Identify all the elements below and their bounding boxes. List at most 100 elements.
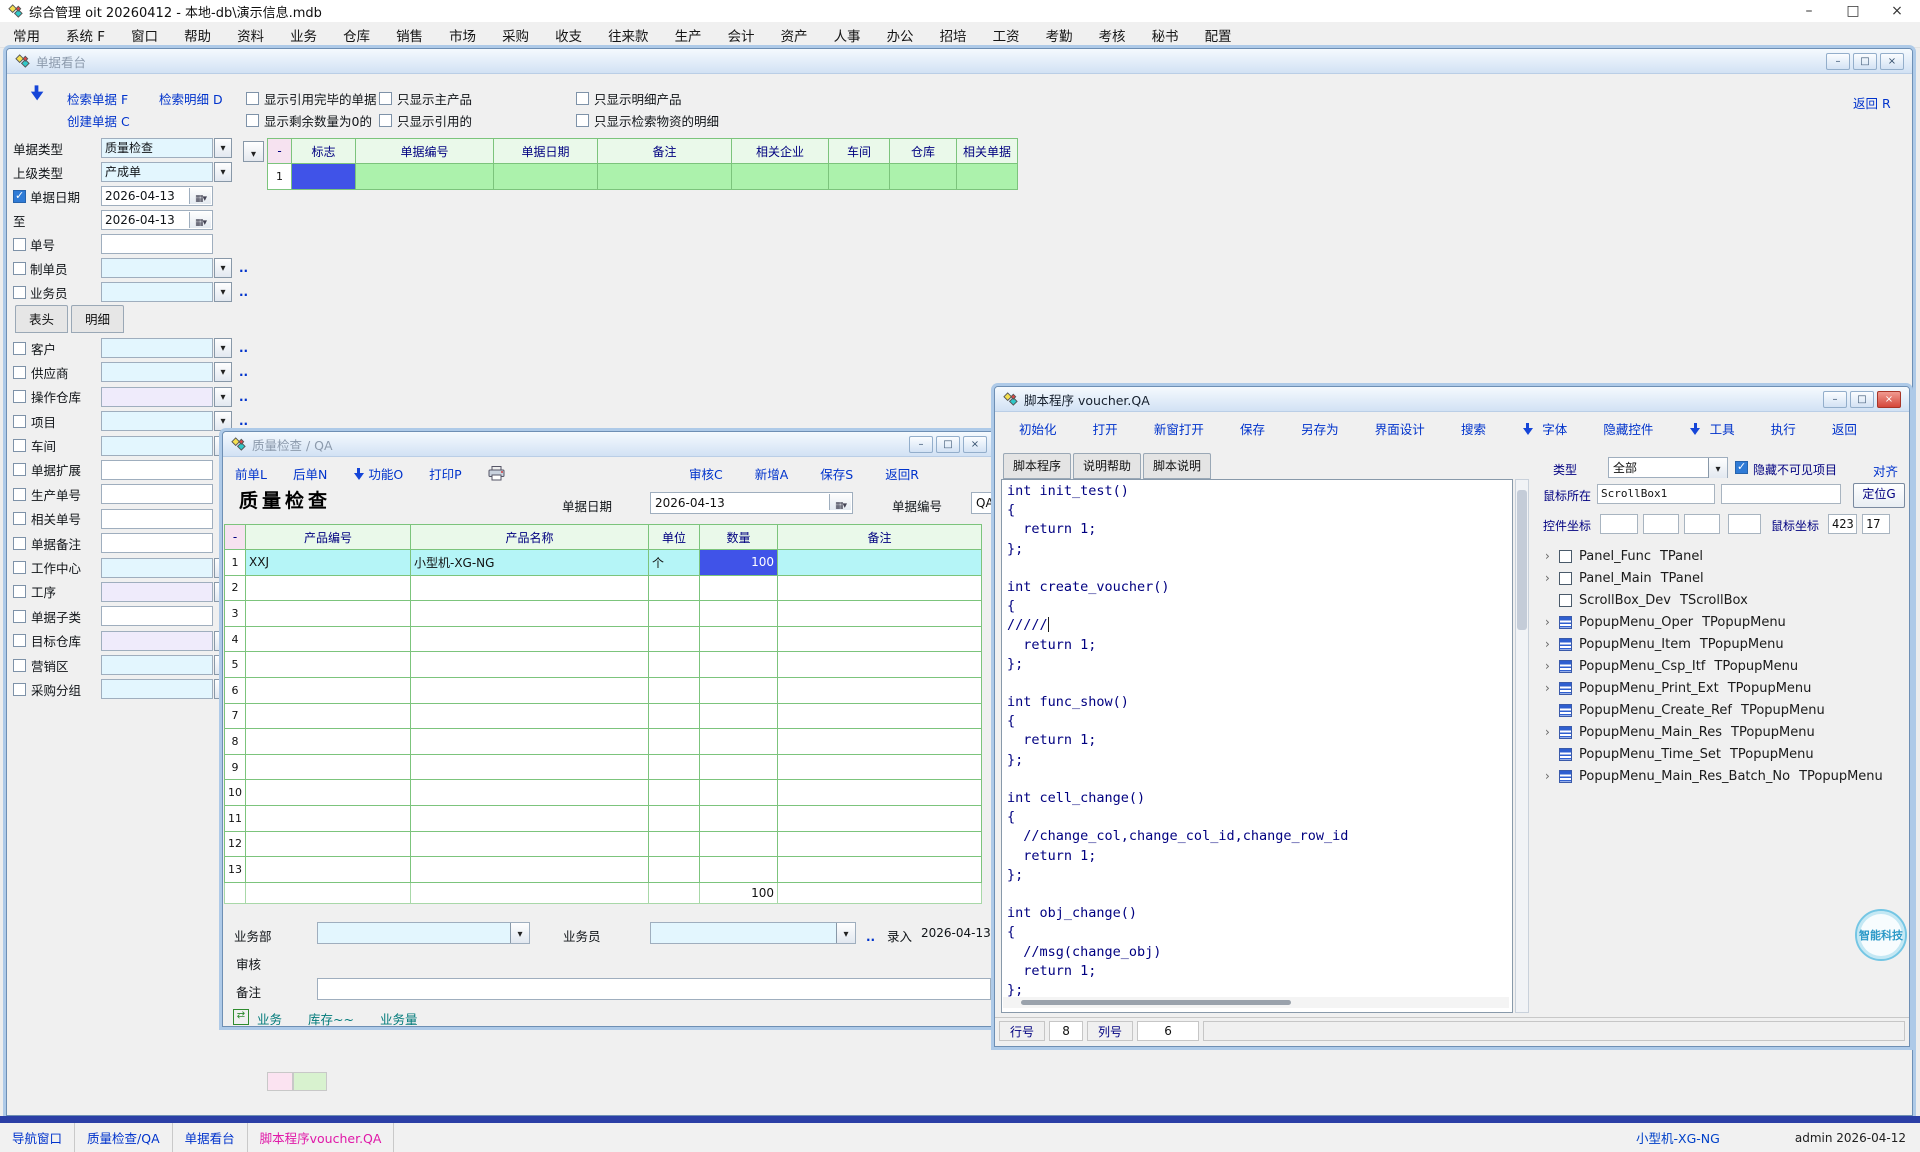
toolbar-link[interactable]: 搜索 xyxy=(1461,422,1486,437)
calendar-icon[interactable] xyxy=(189,212,211,228)
filter-field[interactable] xyxy=(101,631,213,651)
toolbar-item[interactable]: 打开 xyxy=(1093,419,1118,438)
toolbar-link[interactable]: 字体 xyxy=(1542,422,1567,437)
checkbox[interactable] xyxy=(13,488,26,501)
tree-item[interactable]: › Panel_Main TPanel xyxy=(1545,567,1901,589)
code-line[interactable]: //msg(change_obj) xyxy=(1007,943,1512,962)
filter-field[interactable] xyxy=(101,679,213,699)
filter-field[interactable] xyxy=(101,509,213,529)
menu-item[interactable]: 配置 xyxy=(1192,25,1245,45)
toolbar-item[interactable]: 另存为 xyxy=(1301,419,1339,438)
code-line[interactable]: return 1; xyxy=(1007,520,1512,539)
code-line[interactable]: int create_voucher() xyxy=(1007,578,1512,597)
filter-field[interactable] xyxy=(101,387,213,407)
table-header[interactable]: -标志 单据编号单据日期 备注相关企业 车间仓库 相关单据 xyxy=(268,139,1018,164)
filter-field[interactable] xyxy=(101,411,213,431)
code-line[interactable]: ///// xyxy=(1007,616,1512,635)
search-doc-link[interactable]: 检索单据 F xyxy=(67,89,128,108)
menu-item[interactable]: 资产 xyxy=(768,25,821,45)
checkbox[interactable] xyxy=(379,114,392,127)
filter-checkbox[interactable]: 只显示引用的 xyxy=(379,111,472,130)
toolbar-item[interactable]: 界面设计 xyxy=(1375,419,1425,438)
qa-table-row[interactable]: 3 xyxy=(225,601,982,627)
doc-type-select[interactable]: 质量检查 xyxy=(101,138,213,158)
tree-item[interactable]: › PopupMenu_Print_Ext TPopupMenu xyxy=(1545,677,1901,699)
code-line[interactable]: { xyxy=(1007,923,1512,942)
qa-table-row[interactable]: 1XXJ小型机-XG-NG 个100 xyxy=(225,550,982,576)
locate-button[interactable]: 定位G xyxy=(1853,483,1905,508)
dropdown-icon[interactable] xyxy=(214,258,232,278)
qa-table-row[interactable]: 7 xyxy=(225,703,982,729)
minimize-button[interactable]: – xyxy=(1823,391,1847,408)
filter-checkbox[interactable]: 只显示检索物资的明细 xyxy=(576,111,719,130)
calendar-icon[interactable] xyxy=(829,494,851,510)
qa-table-row[interactable]: 5 xyxy=(225,652,982,678)
maximize-button[interactable]: □ xyxy=(1850,391,1874,408)
grid-dropdown-icon[interactable] xyxy=(243,141,264,162)
code-line[interactable]: }; xyxy=(1007,655,1512,674)
toolbar-item[interactable]: 返回 xyxy=(1832,419,1857,438)
tab[interactable]: 说明帮助 xyxy=(1073,453,1141,479)
toolbar-link[interactable]: 返回R xyxy=(885,464,919,483)
code-line[interactable]: int func_show() xyxy=(1007,693,1512,712)
tree-item[interactable]: › ScrollBox_Dev TScrollBox xyxy=(1545,589,1901,611)
bottom-link[interactable]: 库存~~ xyxy=(308,1009,354,1027)
chevron-right-icon[interactable]: › xyxy=(1545,681,1557,695)
date-to-input[interactable]: 2026-04-13 xyxy=(101,210,213,230)
code-line[interactable]: }; xyxy=(1007,866,1512,885)
mouse-x-field[interactable]: 423 xyxy=(1828,514,1857,534)
salesman-select[interactable] xyxy=(101,282,213,302)
hide-invisible-checkbox[interactable] xyxy=(1735,461,1748,474)
doc-no-checkbox[interactable] xyxy=(13,238,26,251)
qa-table-row[interactable]: 8 xyxy=(225,729,982,755)
code-line[interactable] xyxy=(1007,674,1512,693)
menu-item[interactable]: 系统 F xyxy=(53,25,118,45)
filter-field[interactable] xyxy=(101,558,213,578)
bottom-link[interactable]: 业务量 xyxy=(380,1009,418,1027)
qa-table-row[interactable]: 12 xyxy=(225,831,982,857)
menu-item[interactable]: 考核 xyxy=(1086,25,1139,45)
toolbar-link[interactable]: 新增A xyxy=(755,464,789,483)
filter-field[interactable] xyxy=(101,484,213,504)
filter-field[interactable] xyxy=(101,436,213,456)
ctrl-y2-field[interactable] xyxy=(1728,514,1761,534)
checkbox[interactable] xyxy=(246,114,259,127)
table-row[interactable]: 1 xyxy=(268,164,1018,190)
chevron-right-icon[interactable]: › xyxy=(1545,637,1557,651)
checkbox[interactable] xyxy=(13,659,26,672)
tree-item[interactable]: › PopupMenu_Create_Ref TPopupMenu xyxy=(1545,699,1901,721)
code-line[interactable]: }; xyxy=(1007,751,1512,770)
qa-titlebar[interactable]: 质量检查 / QA – □ × xyxy=(223,432,995,457)
dropdown-icon[interactable] xyxy=(1708,458,1727,478)
menu-item[interactable]: 资料 xyxy=(224,25,277,45)
qa-table-row[interactable]: 2 xyxy=(225,575,982,601)
salesman-checkbox[interactable] xyxy=(13,286,26,299)
checkbox[interactable] xyxy=(576,92,589,105)
menu-item[interactable]: 秘书 xyxy=(1139,25,1192,45)
tree-item[interactable]: › Panel_Func TPanel xyxy=(1545,545,1901,567)
script-titlebar[interactable]: 脚本程序 voucher.QA – □ × xyxy=(995,387,1909,412)
browse-icon[interactable] xyxy=(239,284,248,299)
toolbar-link[interactable]: 界面设计 xyxy=(1375,422,1425,437)
browse-icon[interactable] xyxy=(239,260,248,275)
browse-icon[interactable] xyxy=(866,926,875,945)
menu-item[interactable]: 办公 xyxy=(874,25,927,45)
func-link[interactable]: 功能O xyxy=(368,467,403,482)
menu-item[interactable]: 收支 xyxy=(542,25,595,45)
toolbar-link[interactable]: 工具 xyxy=(1710,422,1735,437)
dept-select[interactable] xyxy=(317,922,530,944)
menu-item[interactable]: 工资 xyxy=(980,25,1033,45)
scrollbar-thumb[interactable] xyxy=(1517,490,1527,630)
search-detail-link[interactable]: 检索明细 D xyxy=(159,89,223,108)
code-line[interactable]: return 1; xyxy=(1007,847,1512,866)
checkbox[interactable] xyxy=(13,683,26,696)
toolbar-link[interactable]: 隐藏控件 xyxy=(1603,422,1653,437)
tab[interactable]: 脚本程序 xyxy=(1003,453,1071,479)
tree-item[interactable]: › PopupMenu_Main_Res_Batch_No TPopupMenu xyxy=(1545,765,1901,787)
toolbar-link[interactable]: 审核C xyxy=(689,464,723,483)
minimize-button[interactable]: – xyxy=(909,436,933,453)
checkbox[interactable] xyxy=(13,634,26,647)
checkbox[interactable] xyxy=(13,439,26,452)
filter-field[interactable] xyxy=(101,460,213,480)
menu-item[interactable]: 往来款 xyxy=(595,25,662,45)
